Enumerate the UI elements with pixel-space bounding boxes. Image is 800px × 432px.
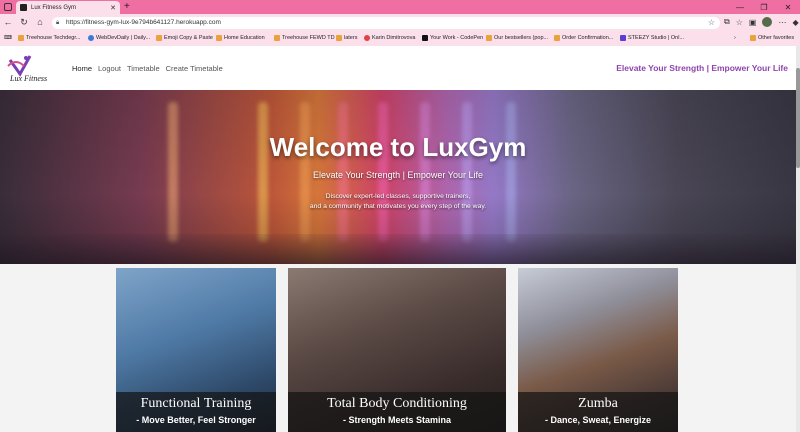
page-scrollbar[interactable] <box>796 46 800 432</box>
bookmarks-bar: ⌨ Treehouse Techdegr... WebDevDaily | Da… <box>0 32 800 46</box>
bookmark-item[interactable]: Your Work - CodePen <box>422 35 483 41</box>
url-field[interactable]: 🔒︎ https://fitness-gym-lux-9e794b641127.… <box>52 17 720 29</box>
bookmark-item[interactable]: Treehouse Techdegr... <box>18 35 80 41</box>
class-cards: Functional Training - Move Better, Feel … <box>0 266 796 432</box>
bookmarks-overflow-icon[interactable]: › <box>734 35 736 41</box>
folder-icon <box>216 35 222 41</box>
folder-icon <box>336 35 342 41</box>
bookmark-item[interactable]: Treehouse FEWD TD <box>274 35 335 41</box>
bookmark-item[interactable]: Home Education <box>216 35 265 41</box>
card-tagline: - Move Better, Feel Stronger <box>136 415 256 425</box>
window-close-icon[interactable]: ✕ <box>776 0 800 14</box>
collections-icon[interactable]: ▣ <box>749 18 757 27</box>
site-navbar: Lux Fitness Home Logout Timetable Create… <box>0 46 796 90</box>
minimize-icon[interactable]: — <box>728 0 752 14</box>
main-nav: Home Logout Timetable Create Timetable <box>72 64 223 73</box>
bookmark-item[interactable]: Karin Dimitrovova <box>364 35 415 41</box>
card-title: Zumba <box>578 396 618 411</box>
bookmark-apps-icon[interactable]: ⌨ <box>4 35 12 41</box>
hero-desc-line: Discover expert-led classes, supportive … <box>325 193 471 200</box>
hero-description: Discover expert-led classes, supportive … <box>0 192 796 212</box>
card-caption: Zumba - Dance, Sweat, Energize <box>518 392 678 432</box>
hero-subtitle: Elevate Your Strength | Empower Your Lif… <box>313 170 483 180</box>
globe-icon <box>88 35 94 41</box>
bookmark-item[interactable]: STEEZY Studio | Onl... <box>620 35 684 41</box>
copilot-icon[interactable]: ◆ <box>792 18 798 27</box>
card-tagline: - Dance, Sweat, Energize <box>544 415 652 425</box>
folder-icon <box>554 35 560 41</box>
nav-logout[interactable]: Logout <box>98 64 121 73</box>
folder-icon <box>750 35 756 41</box>
nav-home[interactable]: Home <box>72 64 92 73</box>
class-card-conditioning[interactable]: Total Body Conditioning - Strength Meets… <box>288 268 506 432</box>
folder-icon <box>274 35 280 41</box>
codepen-icon <box>422 35 428 41</box>
refresh-icon[interactable]: ↻ <box>18 17 30 28</box>
favicon-icon <box>20 4 27 11</box>
page-viewport: Lux Fitness Home Logout Timetable Create… <box>0 46 800 432</box>
site-logo[interactable]: Lux Fitness <box>6 52 62 86</box>
folder-icon <box>18 35 24 41</box>
more-menu-icon[interactable]: ⋯ <box>778 18 786 27</box>
tab-actions-icon[interactable] <box>4 3 12 11</box>
tab-title: Lux Fitness Gym <box>31 4 77 11</box>
other-favorites[interactable]: Other favorites <box>750 35 794 41</box>
site-icon <box>364 35 370 41</box>
card-caption: Functional Training - Move Better, Feel … <box>116 392 276 432</box>
card-caption: Total Body Conditioning - Strength Meets… <box>288 392 506 432</box>
bookmark-item[interactable]: laters <box>336 35 357 41</box>
steezy-icon <box>620 35 626 41</box>
favorite-star-icon[interactable]: ☆ <box>708 17 715 29</box>
back-icon[interactable]: ← <box>2 17 14 27</box>
hero-banner: Welcome to LuxGym Elevate Your Strength … <box>0 90 796 264</box>
nav-create-timetable[interactable]: Create Timetable <box>166 64 223 73</box>
browser-titlebar: Lux Fitness Gym ✕ + — ❐ ✕ <box>0 0 800 14</box>
avatar[interactable] <box>762 17 773 27</box>
url-text: https://fitness-gym-lux-9e794b641127.her… <box>66 19 221 26</box>
card-tagline: - Strength Meets Stamina <box>342 415 452 425</box>
hero-title: Welcome to LuxGym <box>269 132 527 162</box>
favorites-icon[interactable]: ☆ <box>736 18 743 27</box>
folder-icon <box>486 35 492 41</box>
nav-timetable[interactable]: Timetable <box>127 64 160 73</box>
browser-tab[interactable]: Lux Fitness Gym ✕ <box>16 1 120 14</box>
scrollbar-thumb[interactable] <box>796 68 800 168</box>
bookmark-item[interactable]: Our bestsellers (pop... <box>486 35 548 41</box>
class-card-zumba[interactable]: Zumba - Dance, Sweat, Energize <box>518 268 678 432</box>
home-icon[interactable]: ⌂ <box>34 17 46 27</box>
class-card-functional[interactable]: Functional Training - Move Better, Feel … <box>116 268 276 432</box>
close-tab-icon[interactable]: ✕ <box>110 4 116 12</box>
logo-text: Lux Fitness <box>10 74 48 83</box>
new-tab-icon[interactable]: + <box>124 1 130 12</box>
extensions-icon[interactable]: ⧉ <box>724 17 730 27</box>
bookmark-item[interactable]: Emoji Copy & Paste <box>156 35 213 41</box>
card-title: Total Body Conditioning <box>327 396 467 411</box>
folder-icon <box>156 35 162 41</box>
card-title: Functional Training <box>140 396 252 411</box>
lock-icon: 🔒︎ <box>56 20 60 26</box>
hero-desc-line: and a community that motivates you every… <box>309 203 487 210</box>
bookmark-item[interactable]: WebDevDaily | Daily... <box>88 35 150 41</box>
bookmark-item[interactable]: Order Confirmation... <box>554 35 613 41</box>
header-slogan: Elevate Your Strength | Empower Your Lif… <box>616 63 788 73</box>
restore-icon[interactable]: ❐ <box>752 0 776 14</box>
address-bar-row: ← ↻ ⌂ 🔒︎ https://fitness-gym-lux-9e794b6… <box>0 14 800 32</box>
